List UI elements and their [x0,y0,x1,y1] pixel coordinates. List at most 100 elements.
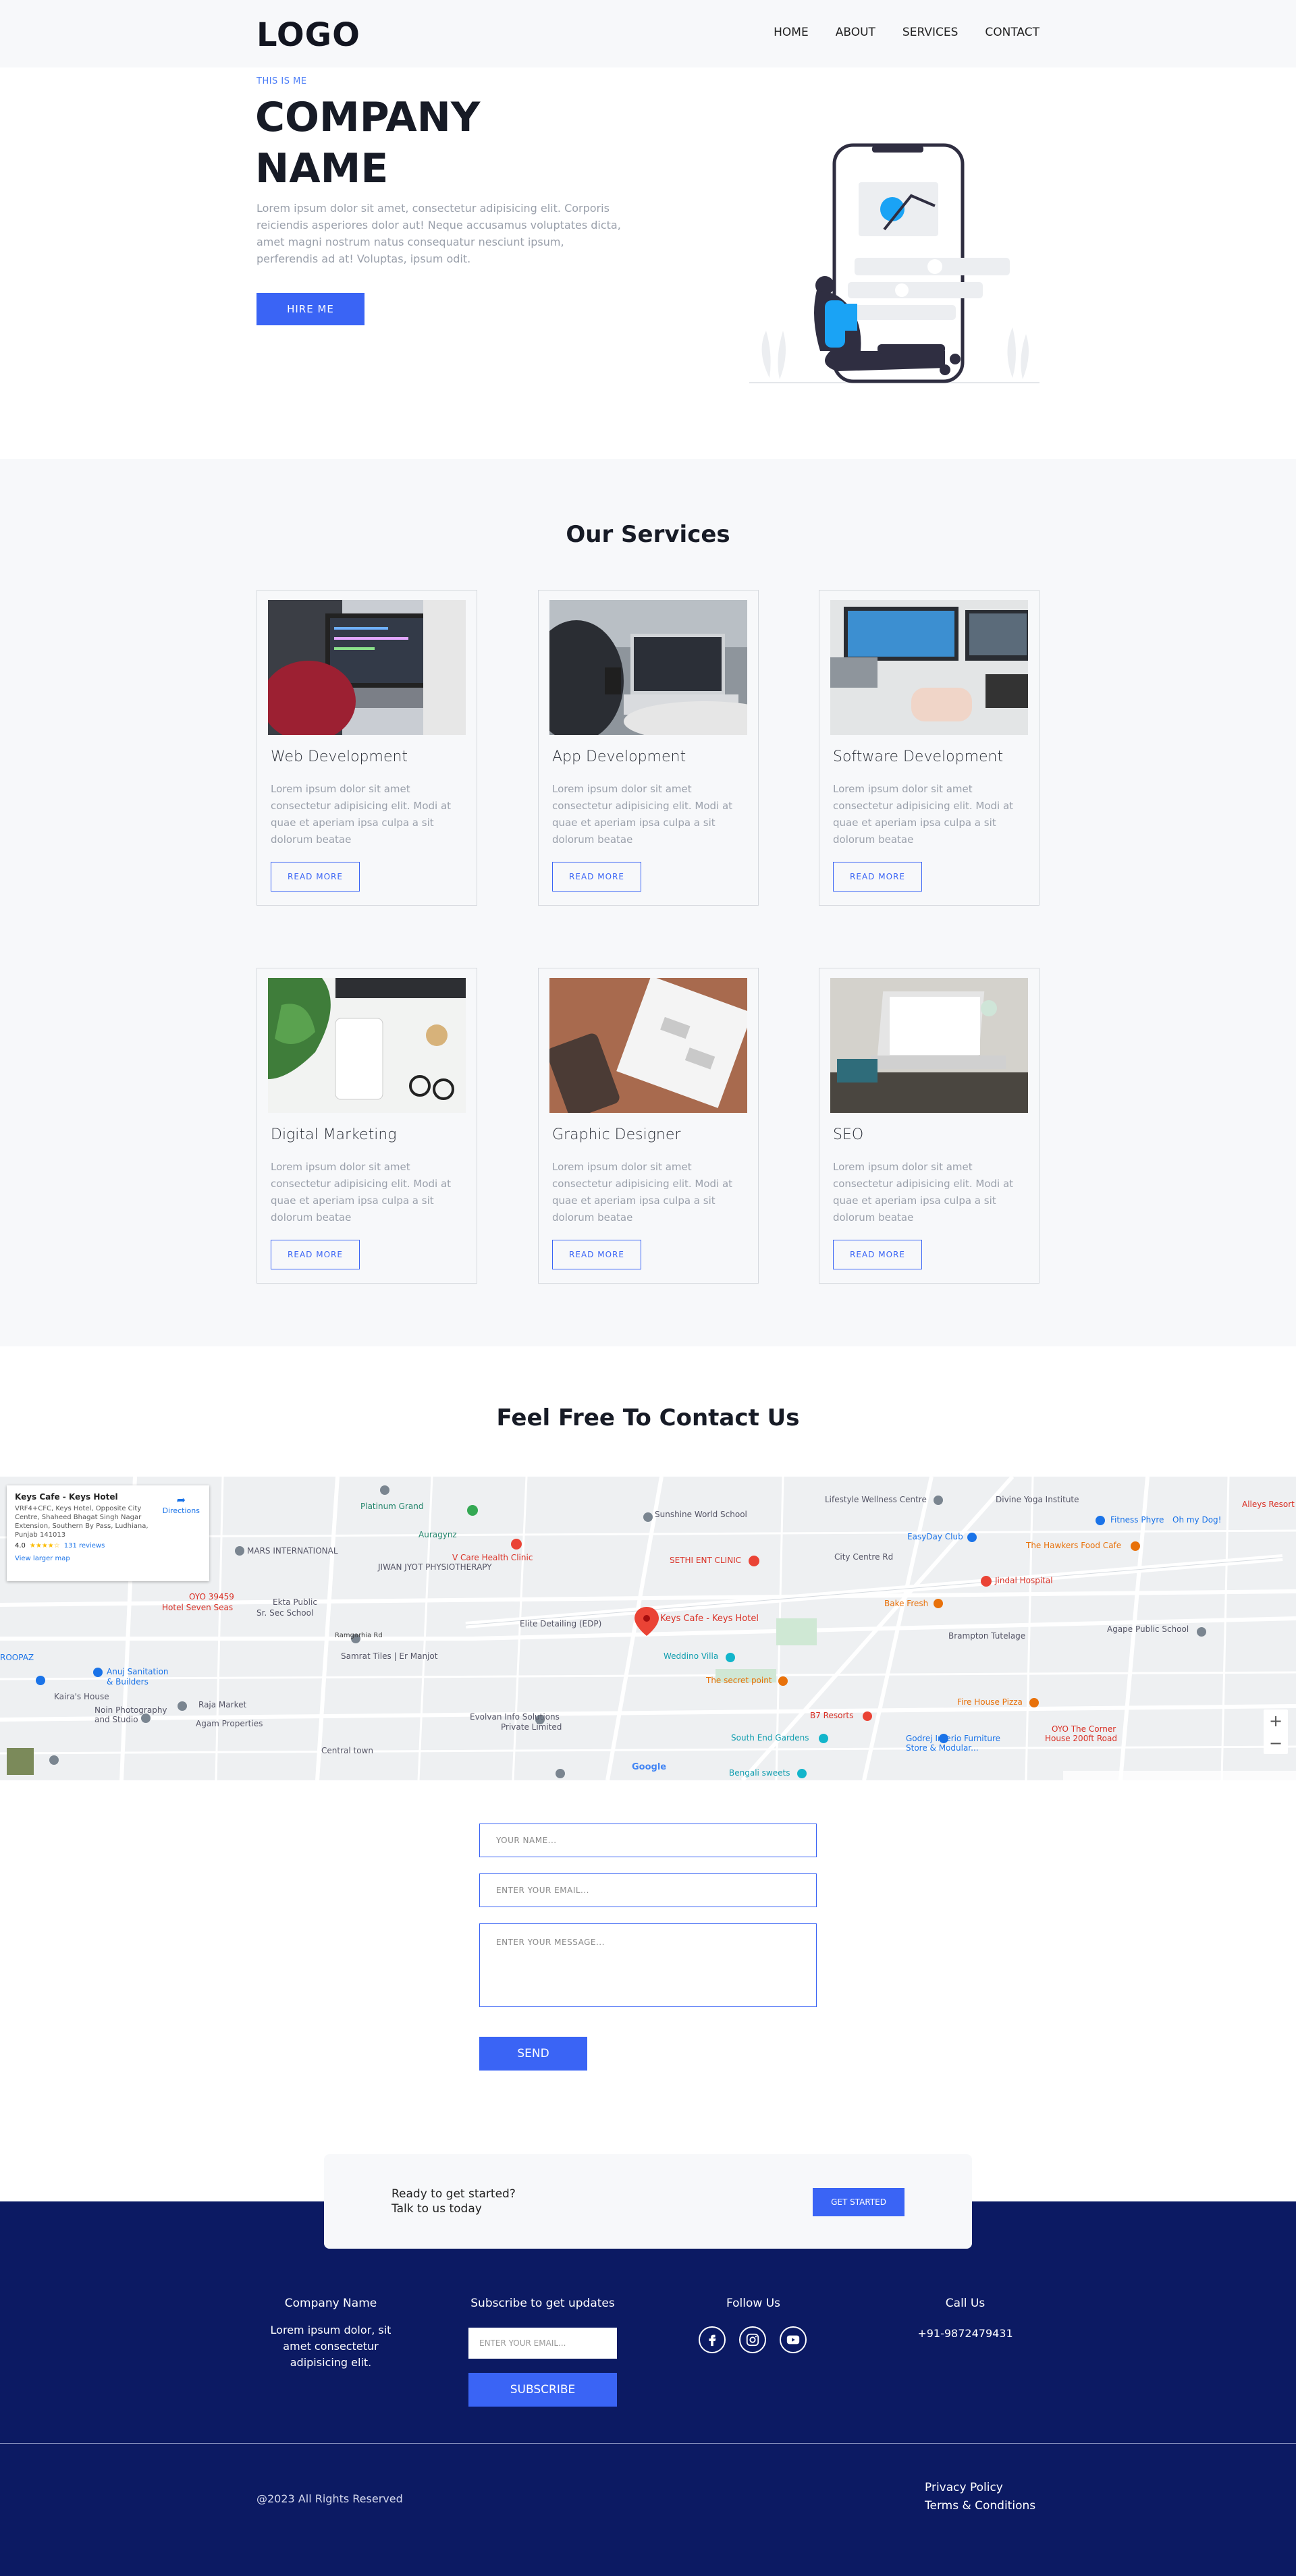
map-place-address: VRF4+CFC, Keys Hotel, Opposite City Cent… [15,1505,148,1539]
read-more-button[interactable]: READ MORE [271,1240,360,1269]
service-card-graphic-designer: Graphic Designer Lorem ipsum dolor sit a… [538,968,759,1284]
service-title: Software Development [833,748,1004,765]
svg-text:South End Gardens: South End Gardens [731,1733,809,1743]
svg-text:and Studio: and Studio [94,1715,138,1724]
zoom-out-icon[interactable]: − [1264,1732,1288,1754]
hero-title: COMPANY NAME [255,92,660,194]
service-description: Lorem ipsum dolor sit amet consectetur a… [833,783,1014,846]
facebook-icon[interactable] [699,2326,726,2353]
hero-title-line2: NAME [255,145,389,192]
youtube-icon[interactable] [780,2326,807,2353]
svg-text:The secret point: The secret point [705,1676,772,1685]
map-larger-link[interactable]: View larger map [15,1555,201,1562]
embedded-map[interactable]: Platinum Grand Auragynz Sunshine World S… [0,1477,1296,1780]
footer-company-heading: Company Name [284,2297,377,2310]
site-logo[interactable]: LOGO [256,16,360,54]
subscribe-email-input[interactable]: ENTER YOUR EMAIL... [468,2328,617,2359]
read-more-button[interactable]: READ MORE [833,862,922,892]
footer [0,2201,1296,2576]
svg-text:House 200ft Road: House 200ft Road [1045,1734,1117,1743]
service-description: Lorem ipsum dolor sit amet consectetur a… [552,1161,733,1224]
cta-line2: Talk to us today [392,2202,482,2216]
svg-text:Elite Detailing (EDP): Elite Detailing (EDP) [520,1619,601,1628]
svg-text:Sr. Sec School: Sr. Sec School [256,1608,313,1618]
get-started-button[interactable]: GET STARTED [813,2188,905,2216]
svg-text:Godrej Interio Furniture: Godrej Interio Furniture [906,1734,1000,1743]
read-more-button[interactable]: READ MORE [833,1240,922,1269]
svg-text:Bake Fresh: Bake Fresh [884,1599,928,1608]
service-card-app-development: App Development Lorem ipsum dolor sit am… [538,590,759,906]
svg-text:OYO The Corner: OYO The Corner [1052,1724,1116,1734]
svg-text:Private Limited: Private Limited [501,1722,562,1732]
hero-title-line1: COMPANY [255,94,481,141]
cta-line1: Ready to get started? [392,2187,516,2201]
svg-text:V Care Health Clinic: V Care Health Clinic [452,1553,533,1562]
svg-text:City Centre Rd: City Centre Rd [834,1552,893,1562]
instagram-icon[interactable] [739,2326,766,2353]
service-title: SEO [833,1126,864,1143]
service-card-software-development: Software Development Lorem ipsum dolor s… [819,590,1040,906]
subscribe-button[interactable]: SUBSCRIBE [468,2373,617,2407]
svg-text:Alleys Resort: Alleys Resort [1242,1500,1295,1509]
read-more-button[interactable]: READ MORE [552,1240,641,1269]
svg-text:Agam Properties: Agam Properties [196,1719,263,1728]
service-image [830,978,1028,1113]
nav-home[interactable]: HOME [774,26,809,39]
footer-follow-heading: Follow Us [726,2297,781,2310]
cta-box: Ready to get started? Talk to us today GE… [324,2154,972,2249]
map-rating: 4.0 [15,1542,26,1550]
svg-text:Samrat Tiles | Er Manjot: Samrat Tiles | Er Manjot [341,1651,438,1661]
footer-call-heading: Call Us [945,2297,986,2310]
svg-text:Keys Cafe - Keys Hotel: Keys Cafe - Keys Hotel [660,1614,759,1624]
email-input[interactable]: ENTER YOUR EMAIL... [479,1873,817,1907]
send-button[interactable]: SEND [479,2037,587,2071]
svg-text:Lifestyle Wellness Centre: Lifestyle Wellness Centre [825,1495,927,1504]
svg-text:& Builders: & Builders [107,1677,148,1687]
hero-eyebrow: THIS IS ME [256,76,307,86]
map-reviews-link[interactable]: 131 reviews [64,1542,105,1550]
svg-text:Ekta Public: Ekta Public [273,1597,317,1607]
nav-services[interactable]: SERVICES [902,26,958,39]
service-description: Lorem ipsum dolor sit amet consectetur a… [833,1161,1014,1224]
svg-text:MARS INTERNATIONAL: MARS INTERNATIONAL [247,1546,338,1556]
svg-text:Kaira's House: Kaira's House [54,1692,109,1701]
svg-text:ROOPAZ: ROOPAZ [0,1653,34,1662]
svg-text:Ramgarhia Rd: Ramgarhia Rd [335,1632,383,1639]
privacy-policy-link[interactable]: Privacy Policy [925,2479,1035,2497]
top-navbar: LOGO HOME ABOUT SERVICES CONTACT [0,0,1296,67]
zoom-in-icon[interactable]: + [1264,1709,1288,1732]
service-image [549,600,747,735]
service-title: Web Development [271,748,408,765]
svg-text:Divine Yoga Institute: Divine Yoga Institute [996,1495,1079,1504]
svg-text:Hotel Seven Seas: Hotel Seven Seas [162,1603,233,1612]
footer-phone[interactable]: +91-9872479431 [898,2326,1033,2342]
svg-text:Jindal Hospital: Jindal Hospital [994,1576,1053,1585]
hero-description: Lorem ipsum dolor sit amet, consectetur … [256,202,621,265]
name-input[interactable]: YOUR NAME... [479,1824,817,1857]
map-directions-button[interactable]: ➦ Directions [163,1493,200,1515]
hire-me-button[interactable]: HIRE ME [256,293,364,325]
nav-about[interactable]: ABOUT [836,26,875,39]
nav-contact[interactable]: CONTACT [985,26,1040,39]
service-image [830,600,1028,735]
read-more-button[interactable]: READ MORE [552,862,641,892]
service-description: Lorem ipsum dolor sit amet consectetur a… [271,1161,452,1224]
footer-subscribe-heading: Subscribe to get updates [470,2297,615,2310]
copyright: @2023 All Rights Reserved [256,2492,403,2505]
terms-link[interactable]: Terms & Conditions [925,2497,1035,2515]
svg-text:Platinum Grand: Platinum Grand [360,1502,424,1511]
service-title: Graphic Designer [552,1126,681,1143]
service-title: App Development [552,748,686,765]
svg-text:SETHI ENT CLINIC: SETHI ENT CLINIC [670,1556,741,1565]
service-description: Lorem ipsum dolor sit amet consectetur a… [271,783,452,846]
hero-illustration [749,143,1040,383]
contact-title: Feel Free To Contact Us [496,1404,800,1431]
message-textarea[interactable]: ENTER YOUR MESSAGE... [479,1923,817,2007]
cta-text: Ready to get started? Talk to us today [392,2187,516,2216]
map-directions-label: Directions [162,1506,200,1515]
svg-text:Central town: Central town [321,1746,373,1755]
services-title: Our Services [566,521,730,548]
svg-text:Noin Photography: Noin Photography [94,1705,167,1715]
svg-text:Fire House Pizza: Fire House Pizza [957,1697,1023,1707]
read-more-button[interactable]: READ MORE [271,862,360,892]
